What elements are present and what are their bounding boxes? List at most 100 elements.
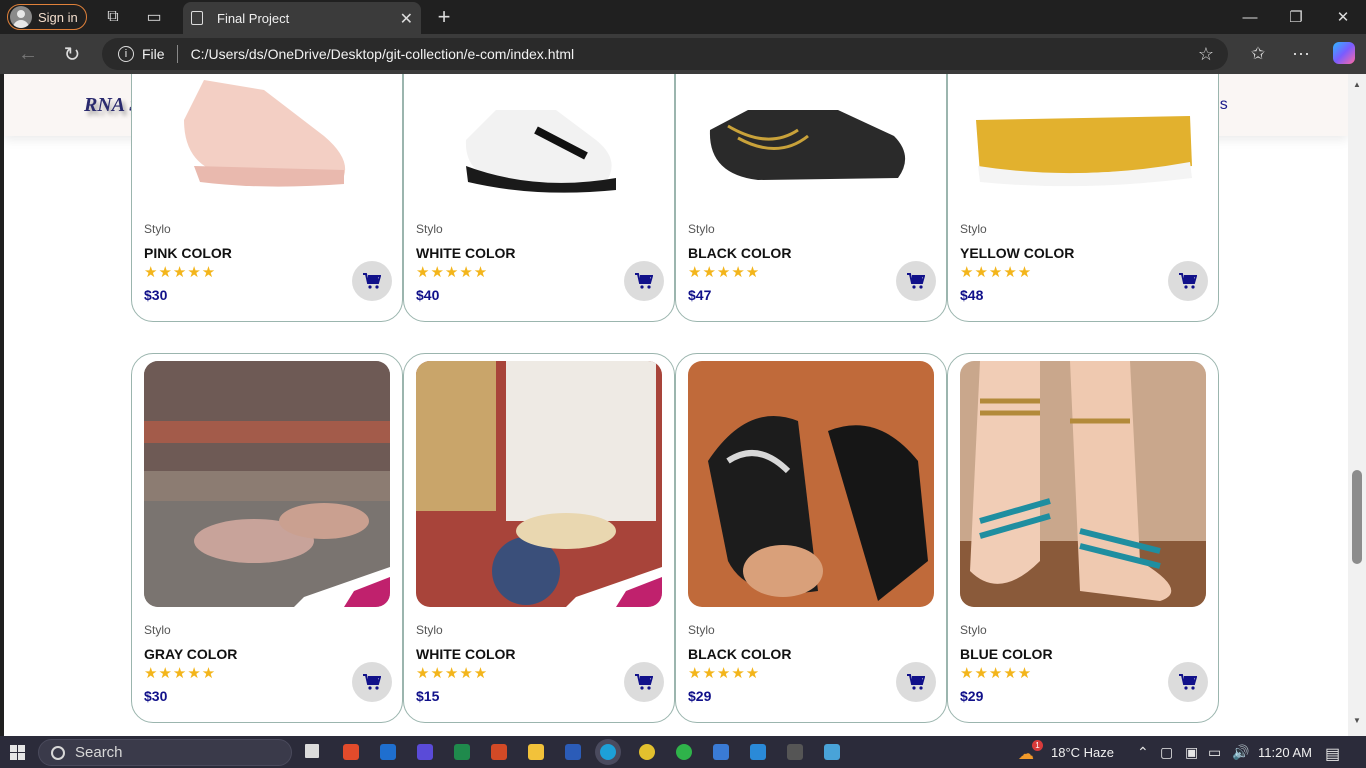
add-to-cart-button[interactable] bbox=[896, 662, 936, 702]
add-to-cart-button[interactable] bbox=[896, 261, 936, 301]
product-photo-shape bbox=[976, 116, 1192, 175]
chrome-icon[interactable] bbox=[639, 744, 655, 760]
product-card[interactable]: Stylo BLUE COLOR ★★★★★ $29 bbox=[947, 353, 1219, 723]
meet-icon[interactable]: ▢ bbox=[1160, 744, 1173, 761]
browser-tab-bar: Sign in ⧉ ▭ Final Project ✕ + — ❐ ✕ bbox=[0, 0, 1366, 34]
product-card[interactable]: Stylo BLACK COLOR ★★★★★ $47 bbox=[675, 74, 947, 322]
close-window-icon[interactable]: ✕ bbox=[1331, 5, 1355, 29]
rating-stars: ★★★★★ bbox=[960, 665, 1033, 682]
product-brand: Stylo bbox=[688, 623, 715, 637]
vscode-icon[interactable] bbox=[750, 744, 766, 760]
favorites-list-icon[interactable]: ✩ bbox=[1246, 42, 1270, 66]
store-icon[interactable] bbox=[713, 744, 729, 760]
new-tab-icon[interactable]: + bbox=[432, 4, 456, 29]
clock[interactable]: 11:20 AM bbox=[1258, 745, 1312, 760]
page-scrollbar[interactable]: ▲ ▼ bbox=[1348, 74, 1366, 736]
scroll-thumb[interactable] bbox=[1352, 470, 1362, 564]
product-image[interactable] bbox=[960, 74, 1206, 206]
rating-stars: ★★★★★ bbox=[688, 264, 761, 281]
word-icon[interactable] bbox=[565, 744, 581, 760]
add-to-cart-button[interactable] bbox=[1168, 662, 1208, 702]
product-image[interactable] bbox=[688, 74, 934, 206]
product-brand: Stylo bbox=[688, 222, 715, 236]
cart-icon bbox=[635, 273, 653, 289]
scroll-up-arrow-icon[interactable]: ▲ bbox=[1353, 80, 1361, 89]
product-brand: Stylo bbox=[960, 222, 987, 236]
control-panel-icon[interactable] bbox=[824, 744, 840, 760]
cart-icon bbox=[363, 273, 381, 289]
product-price: $29 bbox=[960, 688, 984, 704]
windows-taskbar: Search ☁ 1 18°C Haze ⌃ ▢ ▣ ▭ 🔊 11:20 AM … bbox=[0, 736, 1366, 768]
product-name: BLACK COLOR bbox=[688, 245, 792, 261]
add-to-cart-button[interactable] bbox=[624, 662, 664, 702]
product-card[interactable]: Stylo BLACK COLOR ★★★★★ $29 bbox=[675, 353, 947, 723]
scroll-down-arrow-icon[interactable]: ▼ bbox=[1353, 716, 1361, 725]
media-icon[interactable] bbox=[417, 744, 433, 760]
url-text[interactable]: C:/Users/ds/OneDrive/Desktop/git-collect… bbox=[191, 46, 575, 62]
product-card[interactable]: Stylo WHITE COLOR ★★★★★ $15 bbox=[403, 353, 675, 723]
rating-stars: ★★★★★ bbox=[960, 264, 1033, 281]
product-name: GRAY COLOR bbox=[144, 646, 238, 662]
outlook-icon[interactable] bbox=[380, 744, 396, 760]
product-price: $30 bbox=[144, 287, 168, 303]
product-card[interactable]: Stylo PINK COLOR ★★★★★ $30 bbox=[131, 74, 403, 322]
restore-icon[interactable]: ❐ bbox=[1284, 5, 1308, 29]
chevron-up-icon[interactable]: ⌃ bbox=[1137, 744, 1149, 761]
copilot-icon[interactable] bbox=[1333, 42, 1355, 64]
volume-icon[interactable]: 🔊 bbox=[1232, 744, 1249, 761]
weather-text[interactable]: 18°C Haze bbox=[1051, 745, 1114, 760]
powerpoint-icon[interactable] bbox=[491, 744, 507, 760]
favorite-star-icon[interactable]: ☆ bbox=[1198, 44, 1214, 65]
minimize-icon[interactable]: — bbox=[1238, 5, 1262, 29]
notifications-icon[interactable]: ▤ bbox=[1325, 744, 1340, 764]
page-icon bbox=[191, 11, 203, 25]
taskbar-search[interactable]: Search bbox=[38, 739, 292, 766]
product-name: WHITE COLOR bbox=[416, 646, 516, 662]
back-icon[interactable]: ← bbox=[16, 42, 40, 66]
add-to-cart-button[interactable] bbox=[1168, 261, 1208, 301]
product-brand: Stylo bbox=[144, 222, 171, 236]
whatsapp-icon[interactable] bbox=[676, 744, 692, 760]
reload-icon[interactable]: ↻ bbox=[60, 42, 84, 66]
tab-actions-icon[interactable]: ▭ bbox=[142, 5, 166, 29]
product-image[interactable] bbox=[416, 74, 662, 206]
add-to-cart-button[interactable] bbox=[352, 261, 392, 301]
taskbar-search-label: Search bbox=[75, 744, 123, 761]
edge-icon[interactable] bbox=[600, 744, 616, 760]
battery-icon[interactable]: ▭ bbox=[1208, 744, 1221, 761]
workspaces-icon[interactable]: ⧉ bbox=[101, 5, 125, 29]
add-to-cart-button[interactable] bbox=[624, 261, 664, 301]
display-icon[interactable]: ▣ bbox=[1185, 744, 1198, 761]
omnibox[interactable]: i File C:/Users/ds/OneDrive/Desktop/git-… bbox=[102, 38, 1228, 70]
product-image[interactable] bbox=[416, 361, 662, 607]
product-brand: Stylo bbox=[960, 623, 987, 637]
app-icon[interactable] bbox=[343, 744, 359, 760]
close-tab-icon[interactable]: ✕ bbox=[400, 9, 413, 29]
notification-count-badge: 1 bbox=[1032, 740, 1043, 751]
profile-signin-button[interactable]: Sign in bbox=[7, 4, 87, 30]
product-image[interactable] bbox=[144, 74, 390, 206]
product-card[interactable]: Stylo GRAY COLOR ★★★★★ $30 bbox=[131, 353, 403, 723]
product-image[interactable] bbox=[960, 361, 1206, 607]
windows-start-icon[interactable] bbox=[10, 745, 25, 760]
product-price: $30 bbox=[144, 688, 168, 704]
task-view-icon[interactable] bbox=[305, 744, 319, 758]
product-name: BLACK COLOR bbox=[688, 646, 792, 662]
terminal-icon[interactable] bbox=[787, 744, 803, 760]
tab-final-project[interactable]: Final Project ✕ bbox=[183, 2, 421, 34]
product-card[interactable]: Stylo WHITE COLOR ★★★★★ $40 bbox=[403, 74, 675, 322]
signin-label: Sign in bbox=[38, 9, 78, 25]
profile-avatar-icon bbox=[10, 6, 32, 28]
more-menu-icon[interactable]: ⋯ bbox=[1289, 42, 1313, 66]
file-explorer-icon[interactable] bbox=[528, 744, 544, 760]
product-image[interactable] bbox=[144, 361, 390, 607]
product-image[interactable] bbox=[688, 361, 934, 607]
add-to-cart-button[interactable] bbox=[352, 662, 392, 702]
excel-icon[interactable] bbox=[454, 744, 470, 760]
rating-stars: ★★★★★ bbox=[416, 264, 489, 281]
product-price: $15 bbox=[416, 688, 440, 704]
product-price: $48 bbox=[960, 287, 984, 303]
product-card[interactable]: Stylo YELLOW COLOR ★★★★★ $48 bbox=[947, 74, 1219, 322]
info-icon[interactable]: i bbox=[118, 46, 134, 62]
cart-icon bbox=[363, 674, 381, 690]
